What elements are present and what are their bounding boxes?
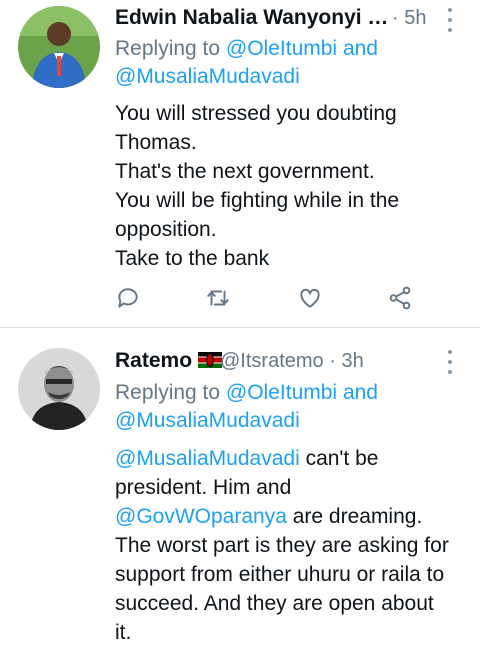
mention-link[interactable]: @GovWOparanya xyxy=(115,505,287,528)
mention-link[interactable]: @MusaliaMudavadi xyxy=(115,447,300,470)
share-button[interactable] xyxy=(387,285,417,315)
mention-link[interactable]: @MusaliaMudavadi xyxy=(115,65,300,88)
replying-to: Replying to @OleItumbi and @MusaliaMudav… xyxy=(115,379,378,435)
author-name[interactable]: Edwin Nabalia Wanyonyi … xyxy=(115,6,388,30)
retweet-icon xyxy=(207,290,229,306)
handle[interactable]: @Itsratemo · 3h xyxy=(220,350,364,373)
kenya-flag-icon xyxy=(197,352,222,368)
replying-to: Replying to @OleItumbi and @MusaliaMudav… xyxy=(115,35,378,91)
like-icon xyxy=(300,288,320,308)
tweet-line: The worst part is they are asking for xyxy=(115,534,449,557)
mention-joiner: and xyxy=(342,37,378,60)
tweet-line: are dreaming. xyxy=(286,505,423,528)
mention-link[interactable]: @OleItumbi xyxy=(226,37,337,60)
tweet-time[interactable]: · 3h xyxy=(329,350,363,372)
share-icon xyxy=(389,286,411,310)
tweet-line: can't be xyxy=(299,447,379,470)
tweet-text: @MusaliaMudavadi can't be president. Him… xyxy=(115,444,465,647)
tweet-line: opposition. xyxy=(115,218,217,241)
author-name[interactable]: Ratemo xyxy=(115,349,222,373)
tweet-line: Thomas. xyxy=(115,131,197,154)
replying-prefix: Replying to xyxy=(115,37,221,60)
mention-link[interactable]: @OleItumbi xyxy=(226,381,337,404)
tweet-line: it. xyxy=(115,621,132,644)
retweet-button[interactable] xyxy=(205,285,235,315)
author-name-text: Ratemo xyxy=(115,349,193,372)
mention-link[interactable]: @MusaliaMudavadi xyxy=(115,409,300,432)
mention-joiner: and xyxy=(342,381,378,404)
tweet[interactable]: Ratemo @Itsratemo · 3h Replying to @OleI… xyxy=(0,328,480,654)
tweet-time[interactable]: · 5h xyxy=(392,7,426,30)
replying-prefix: Replying to xyxy=(115,381,221,404)
tweet-text: You will stressed you doubting Thomas. T… xyxy=(115,99,465,273)
avatar[interactable] xyxy=(18,6,100,88)
more-icon[interactable] xyxy=(444,350,456,374)
tweet-actions xyxy=(115,285,425,315)
reply-icon xyxy=(118,288,138,308)
avatar[interactable] xyxy=(18,348,100,430)
like-button[interactable] xyxy=(297,285,327,315)
tweet-line: You will stressed you doubting xyxy=(115,102,397,125)
tweet-line: succeed. And they are open about xyxy=(115,592,434,615)
tweet[interactable]: Edwin Nabalia Wanyonyi … · 5h Replying t… xyxy=(0,0,480,327)
tweet-line: Take to the bank xyxy=(115,247,270,270)
tweet-line: That's the next government. xyxy=(115,160,375,183)
tweet-line: You will be fighting while in the xyxy=(115,189,400,212)
more-icon[interactable] xyxy=(444,8,456,32)
handle-text: @Itsratemo xyxy=(220,350,324,372)
tweet-line: president. Him and xyxy=(115,476,292,499)
tweet-line: support from either uhuru or raila to xyxy=(115,563,445,586)
reply-button[interactable] xyxy=(115,285,145,315)
